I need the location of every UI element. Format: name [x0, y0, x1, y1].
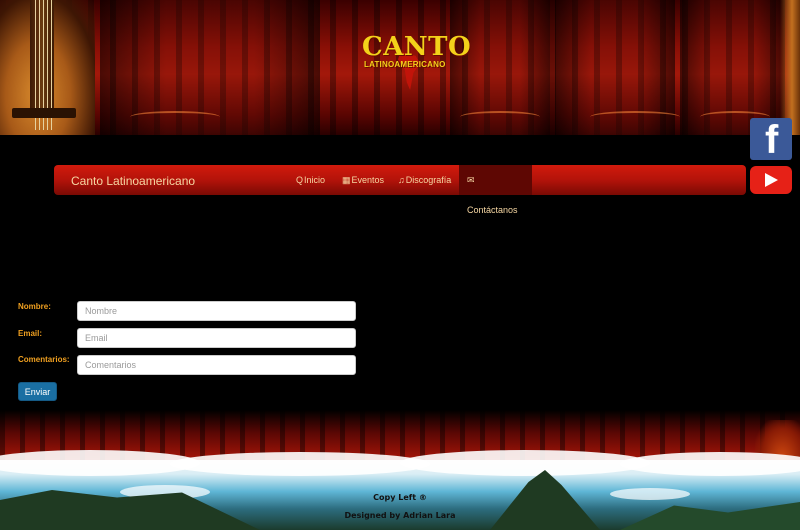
nav-item-inicio[interactable]: QInicio: [288, 165, 333, 195]
designer-credit: Designed by Adrian Lara: [344, 511, 456, 520]
comments-field[interactable]: [77, 355, 356, 375]
guitar-image-right: [780, 0, 800, 135]
banner-swoosh: [130, 111, 220, 123]
music-icon: ♫: [398, 175, 405, 185]
navbar-brand[interactable]: Canto Latinoamericano: [71, 174, 195, 188]
name-field[interactable]: [77, 301, 356, 321]
logo-title: CANTO: [362, 32, 472, 62]
nav-item-label: Contáctanos: [467, 205, 518, 215]
submit-button[interactable]: Enviar: [18, 382, 57, 401]
guitar-image: [0, 0, 95, 135]
header-banner: CANTO LATINOAMERICANO: [0, 0, 800, 135]
nav-item-label: Discografía: [405, 175, 452, 185]
logo-subtitle: LATINOAMERICANO: [364, 60, 446, 69]
name-label: Nombre:: [18, 302, 51, 311]
navbar: Canto Latinoamericano QInicio ▦Eventos ♫…: [54, 165, 746, 215]
nav-item-label: Inicio: [304, 175, 326, 185]
facebook-button[interactable]: f: [750, 118, 792, 160]
site-logo[interactable]: CANTO LATINOAMERICANO: [358, 24, 471, 94]
facebook-icon: f: [765, 118, 779, 162]
email-field[interactable]: [77, 328, 356, 348]
nav-item-contactanos[interactable]: ✉ Contáctanos: [459, 165, 532, 215]
comments-label: Comentarios:: [18, 355, 70, 364]
nav-item-label: Eventos: [351, 175, 385, 185]
email-label: Email:: [18, 329, 43, 338]
banner-swoosh: [460, 111, 540, 123]
youtube-play-icon: [765, 173, 778, 187]
calendar-icon: ▦: [342, 175, 351, 185]
youtube-button[interactable]: [750, 166, 792, 194]
envelope-icon: ✉: [467, 175, 475, 185]
search-icon: Q: [296, 175, 304, 185]
banner-swoosh: [590, 111, 680, 123]
copyleft-text: Copy Left ®: [373, 493, 427, 502]
nav-item-discografia[interactable]: ♫Discografía: [390, 165, 459, 195]
nav-item-eventos[interactable]: ▦Eventos: [334, 165, 392, 195]
